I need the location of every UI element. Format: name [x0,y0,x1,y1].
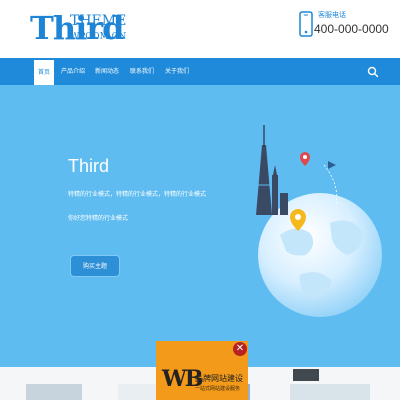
contact-phone: 客服电话 400-000-0000 [296,8,400,42]
phone-label: 客服电话 [318,11,346,19]
thumbnail-image[interactable] [290,384,370,400]
main-nav: 首页 产品介绍 新闻动态 联系我们 关于我们 [0,58,400,85]
phone-number: 400-000-0000 [314,22,389,36]
thumbnail-image[interactable] [26,384,82,400]
close-icon[interactable]: ✕ [233,342,247,356]
buy-theme-button[interactable]: 购买主题 [70,255,120,277]
banner-text-line-2: 你好您特精的行业模式 [68,215,129,222]
phone-icon [299,11,313,37]
logo-theme-text: THEME [70,13,127,29]
hero-banner: Third 特精的行业模式，特精的行业模式，特精的行业模式 你好您特精的行业模式… [0,85,400,367]
nav-item-news[interactable]: 新闻动态 [92,58,122,85]
banner-title: Third [68,156,110,176]
logo-url-text: WPCOM.CN [70,32,127,42]
thumbnail-image[interactable] [118,384,158,400]
nav-item-home[interactable]: 首页 [34,60,54,85]
banner-text-line-1: 特精的行业模式，特精的行业模式，特精的行业模式 [68,191,207,198]
nav-item-products[interactable]: 产品介绍 [58,58,88,85]
media-control[interactable] [293,369,319,381]
ad-title: 品牌网站建设 [195,374,243,383]
nav-item-contact[interactable]: 联系我们 [127,58,157,85]
nav-item-about[interactable]: 关于我们 [162,58,192,85]
ad-subtitle: 一站式网站建设服务 [195,386,241,392]
site-logo[interactable]: Third THEME WPCOM.CN [30,9,140,52]
globe-illustration [256,125,382,317]
search-icon[interactable] [366,65,380,79]
site-header: Third THEME WPCOM.CN 客服电话 400-000-0000 [0,0,400,58]
